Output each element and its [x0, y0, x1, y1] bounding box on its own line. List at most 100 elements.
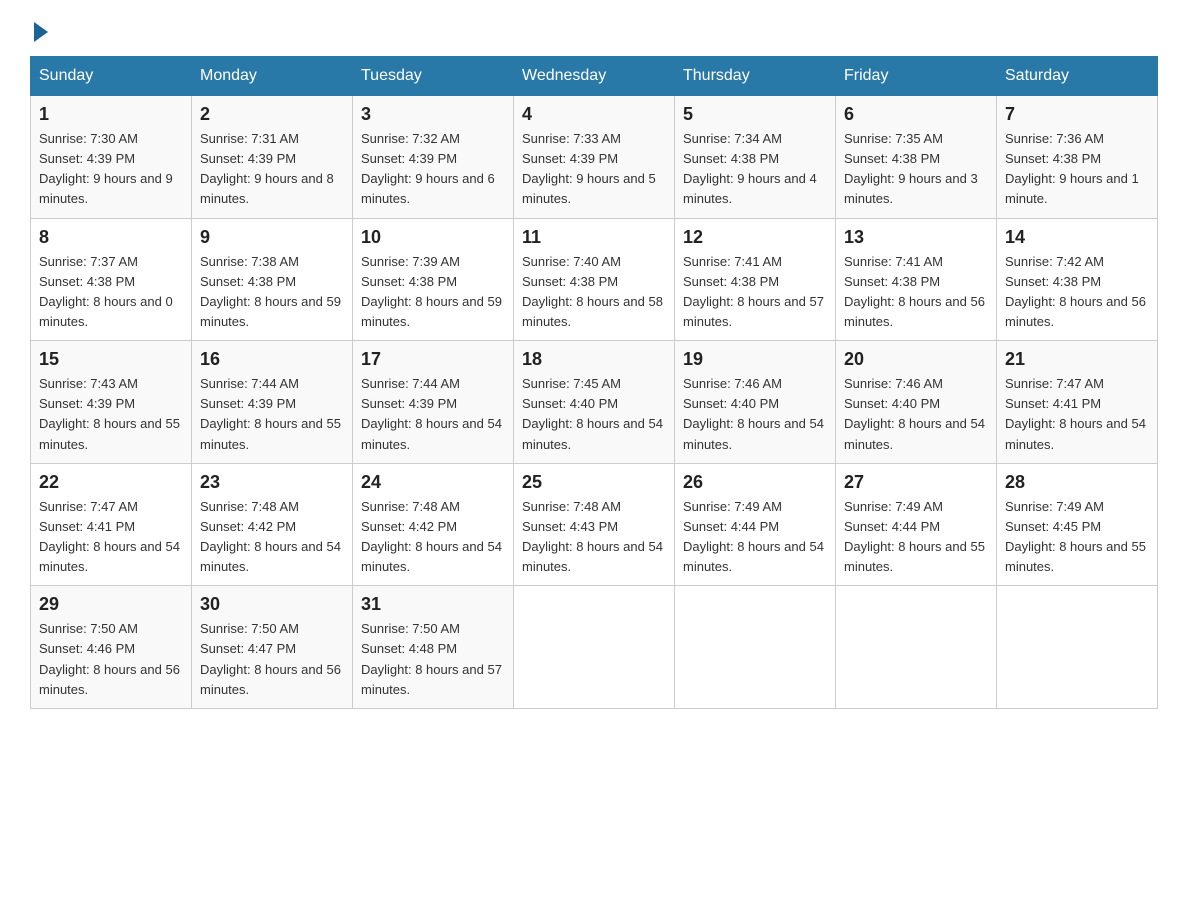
day-number: 29	[39, 594, 183, 615]
calendar-cell: 29Sunrise: 7:50 AMSunset: 4:46 PMDayligh…	[31, 586, 192, 709]
week-row-5: 29Sunrise: 7:50 AMSunset: 4:46 PMDayligh…	[31, 586, 1158, 709]
day-number: 12	[683, 227, 827, 248]
day-info: Sunrise: 7:47 AMSunset: 4:41 PMDaylight:…	[39, 497, 183, 578]
day-info: Sunrise: 7:49 AMSunset: 4:45 PMDaylight:…	[1005, 497, 1149, 578]
day-number: 30	[200, 594, 344, 615]
header-tuesday: Tuesday	[353, 57, 514, 96]
header-sunday: Sunday	[31, 57, 192, 96]
day-number: 3	[361, 104, 505, 125]
day-info: Sunrise: 7:44 AMSunset: 4:39 PMDaylight:…	[361, 374, 505, 455]
day-number: 9	[200, 227, 344, 248]
day-number: 25	[522, 472, 666, 493]
day-info: Sunrise: 7:42 AMSunset: 4:38 PMDaylight:…	[1005, 252, 1149, 333]
calendar-cell: 6Sunrise: 7:35 AMSunset: 4:38 PMDaylight…	[836, 96, 997, 219]
day-number: 5	[683, 104, 827, 125]
day-number: 22	[39, 472, 183, 493]
page-header	[30, 20, 1158, 38]
calendar-table: SundayMondayTuesdayWednesdayThursdayFrid…	[30, 56, 1158, 709]
day-number: 2	[200, 104, 344, 125]
calendar-cell: 31 Sunrise: 7:50 AMSunset: 4:48 PMDayligh…	[353, 586, 514, 709]
calendar-cell: 21Sunrise: 7:47 AMSunset: 4:41 PMDayligh…	[997, 341, 1158, 464]
day-number: 11	[522, 227, 666, 248]
calendar-cell: 10 Sunrise: 7:39 AMSunset: 4:38 PMDayligh…	[353, 218, 514, 341]
calendar-cell: 9 Sunrise: 7:38 AMSunset: 4:38 PMDaylight…	[192, 218, 353, 341]
header-row: SundayMondayTuesdayWednesdayThursdayFrid…	[31, 57, 1158, 96]
day-info: Sunrise: 7:50 AMSunset: 4:47 PMDaylight:…	[200, 619, 344, 700]
week-row-1: 1Sunrise: 7:30 AMSunset: 4:39 PMDaylight…	[31, 96, 1158, 219]
day-info: Sunrise: 7:41 AMSunset: 4:38 PMDaylight:…	[683, 252, 827, 333]
calendar-cell: 27 Sunrise: 7:49 AMSunset: 4:44 PMDayligh…	[836, 463, 997, 586]
calendar-cell: 25 Sunrise: 7:48 AMSunset: 4:43 PMDayligh…	[514, 463, 675, 586]
header-saturday: Saturday	[997, 57, 1158, 96]
day-info: Sunrise: 7:50 AMSunset: 4:48 PMDaylight:…	[361, 619, 505, 700]
day-number: 6	[844, 104, 988, 125]
calendar-cell: 22 Sunrise: 7:47 AMSunset: 4:41 PMDayligh…	[31, 463, 192, 586]
calendar-cell: 20Sunrise: 7:46 AMSunset: 4:40 PMDayligh…	[836, 341, 997, 464]
calendar-cell: 24 Sunrise: 7:48 AMSunset: 4:42 PMDayligh…	[353, 463, 514, 586]
calendar-cell: 1Sunrise: 7:30 AMSunset: 4:39 PMDaylight…	[31, 96, 192, 219]
day-info: Sunrise: 7:43 AMSunset: 4:39 PMDaylight:…	[39, 374, 183, 455]
day-number: 16	[200, 349, 344, 370]
calendar-cell	[836, 586, 997, 709]
week-row-4: 22 Sunrise: 7:47 AMSunset: 4:41 PMDayligh…	[31, 463, 1158, 586]
day-info: Sunrise: 7:38 AMSunset: 4:38 PMDaylight:…	[200, 252, 344, 333]
calendar-cell: 11 Sunrise: 7:40 AMSunset: 4:38 PMDayligh…	[514, 218, 675, 341]
day-info: Sunrise: 7:49 AMSunset: 4:44 PMDaylight:…	[683, 497, 827, 578]
day-number: 24	[361, 472, 505, 493]
day-number: 10	[361, 227, 505, 248]
calendar-cell: 4Sunrise: 7:33 AMSunset: 4:39 PMDaylight…	[514, 96, 675, 219]
calendar-cell: 17 Sunrise: 7:44 AMSunset: 4:39 PMDayligh…	[353, 341, 514, 464]
logo-arrow-icon	[34, 22, 48, 42]
calendar-cell: 13 Sunrise: 7:41 AMSunset: 4:38 PMDayligh…	[836, 218, 997, 341]
calendar-cell: 16 Sunrise: 7:44 AMSunset: 4:39 PMDayligh…	[192, 341, 353, 464]
calendar-cell: 3 Sunrise: 7:32 AMSunset: 4:39 PMDaylight…	[353, 96, 514, 219]
day-number: 7	[1005, 104, 1149, 125]
calendar-cell: 30 Sunrise: 7:50 AMSunset: 4:47 PMDayligh…	[192, 586, 353, 709]
day-info: Sunrise: 7:45 AMSunset: 4:40 PMDaylight:…	[522, 374, 666, 455]
day-number: 13	[844, 227, 988, 248]
header-wednesday: Wednesday	[514, 57, 675, 96]
calendar-cell: 15Sunrise: 7:43 AMSunset: 4:39 PMDayligh…	[31, 341, 192, 464]
week-row-3: 15Sunrise: 7:43 AMSunset: 4:39 PMDayligh…	[31, 341, 1158, 464]
calendar-header: SundayMondayTuesdayWednesdayThursdayFrid…	[31, 57, 1158, 96]
logo	[30, 20, 48, 38]
day-info: Sunrise: 7:30 AMSunset: 4:39 PMDaylight:…	[39, 129, 183, 210]
day-info: Sunrise: 7:48 AMSunset: 4:43 PMDaylight:…	[522, 497, 666, 578]
day-number: 31	[361, 594, 505, 615]
day-number: 19	[683, 349, 827, 370]
calendar-cell	[675, 586, 836, 709]
calendar-cell: 2Sunrise: 7:31 AMSunset: 4:39 PMDaylight…	[192, 96, 353, 219]
calendar-cell: 28Sunrise: 7:49 AMSunset: 4:45 PMDayligh…	[997, 463, 1158, 586]
calendar-cell: 23 Sunrise: 7:48 AMSunset: 4:42 PMDayligh…	[192, 463, 353, 586]
calendar-cell: 26 Sunrise: 7:49 AMSunset: 4:44 PMDayligh…	[675, 463, 836, 586]
day-number: 18	[522, 349, 666, 370]
day-info: Sunrise: 7:40 AMSunset: 4:38 PMDaylight:…	[522, 252, 666, 333]
day-number: 14	[1005, 227, 1149, 248]
day-number: 4	[522, 104, 666, 125]
header-friday: Friday	[836, 57, 997, 96]
day-number: 20	[844, 349, 988, 370]
calendar-cell: 19Sunrise: 7:46 AMSunset: 4:40 PMDayligh…	[675, 341, 836, 464]
day-info: Sunrise: 7:49 AMSunset: 4:44 PMDaylight:…	[844, 497, 988, 578]
day-info: Sunrise: 7:39 AMSunset: 4:38 PMDaylight:…	[361, 252, 505, 333]
day-info: Sunrise: 7:44 AMSunset: 4:39 PMDaylight:…	[200, 374, 344, 455]
day-info: Sunrise: 7:48 AMSunset: 4:42 PMDaylight:…	[200, 497, 344, 578]
calendar-cell	[514, 586, 675, 709]
week-row-2: 8 Sunrise: 7:37 AMSunset: 4:38 PMDaylight…	[31, 218, 1158, 341]
day-info: Sunrise: 7:37 AMSunset: 4:38 PMDaylight:…	[39, 252, 183, 333]
day-info: Sunrise: 7:48 AMSunset: 4:42 PMDaylight:…	[361, 497, 505, 578]
header-thursday: Thursday	[675, 57, 836, 96]
day-number: 27	[844, 472, 988, 493]
day-info: Sunrise: 7:32 AMSunset: 4:39 PMDaylight:…	[361, 129, 505, 210]
day-number: 23	[200, 472, 344, 493]
day-info: Sunrise: 7:36 AMSunset: 4:38 PMDaylight:…	[1005, 129, 1149, 210]
day-number: 8	[39, 227, 183, 248]
day-info: Sunrise: 7:34 AMSunset: 4:38 PMDaylight:…	[683, 129, 827, 210]
calendar-cell: 18 Sunrise: 7:45 AMSunset: 4:40 PMDayligh…	[514, 341, 675, 464]
day-info: Sunrise: 7:41 AMSunset: 4:38 PMDaylight:…	[844, 252, 988, 333]
calendar-cell	[997, 586, 1158, 709]
day-number: 17	[361, 349, 505, 370]
day-info: Sunrise: 7:47 AMSunset: 4:41 PMDaylight:…	[1005, 374, 1149, 455]
calendar-cell: 8 Sunrise: 7:37 AMSunset: 4:38 PMDaylight…	[31, 218, 192, 341]
day-number: 26	[683, 472, 827, 493]
